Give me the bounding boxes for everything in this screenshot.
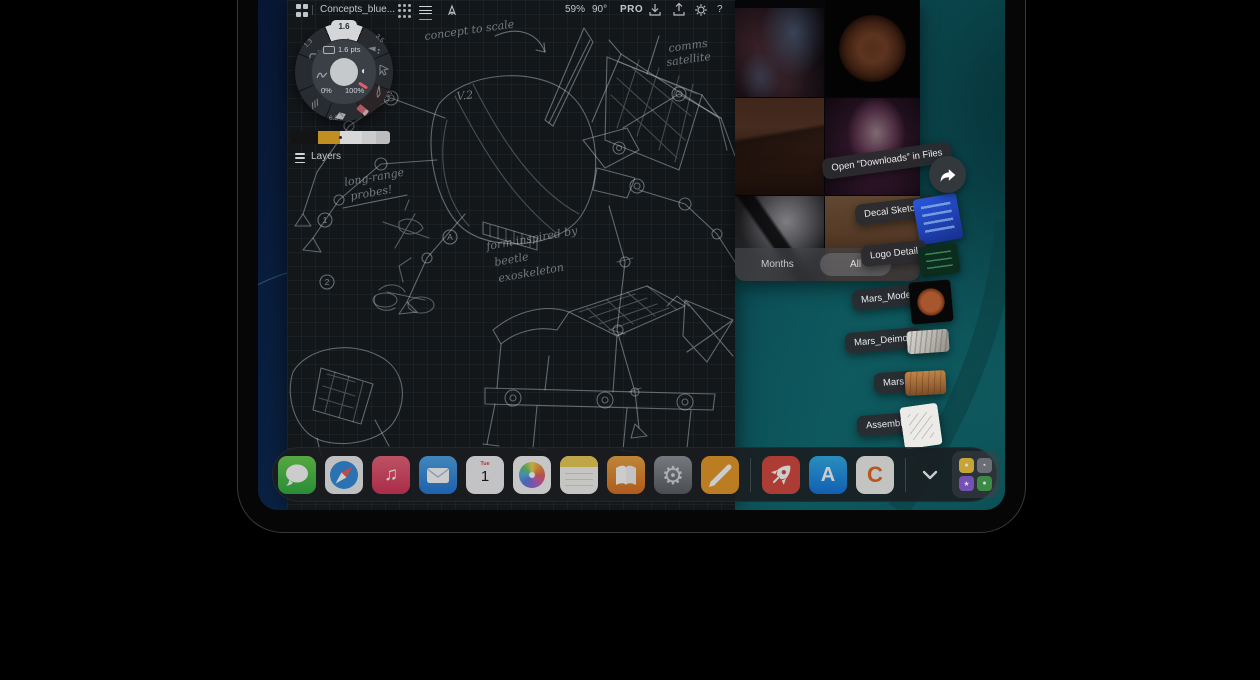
layers-menu-icon[interactable] xyxy=(419,3,432,20)
drag-thumb-decal-sketches[interactable] xyxy=(912,193,963,246)
opacity-half-icon[interactable]: ◐ xyxy=(361,66,367,77)
notes-line xyxy=(565,473,593,475)
drag-thumb-mars-deimos[interactable] xyxy=(906,329,950,355)
view-months-button[interactable]: Months xyxy=(761,248,794,281)
marker-1: 1 xyxy=(323,215,328,225)
notes-line xyxy=(565,485,593,487)
messages-app-icon[interactable] xyxy=(278,456,316,494)
help-button[interactable]: ? xyxy=(717,4,723,15)
photo-horsehead-nebula[interactable] xyxy=(735,8,824,97)
color-puck[interactable] xyxy=(330,58,358,86)
app-store-a-glyph: A xyxy=(821,464,835,486)
drag-thumb-logo-detail[interactable] xyxy=(917,242,961,277)
swatch-light-gray[interactable] xyxy=(340,131,362,144)
sideview-sketch xyxy=(483,286,733,452)
pen-nib-icon[interactable] xyxy=(445,3,459,17)
dock: ♫ Tue 1 xyxy=(272,447,997,502)
selection-tool-icon[interactable] xyxy=(379,63,389,81)
music-app-icon[interactable]: ♫ xyxy=(372,456,410,494)
settings-gear-icon[interactable] xyxy=(694,3,708,17)
music-note-icon: ♫ xyxy=(384,464,398,485)
swatch-selection-dot xyxy=(339,136,342,139)
dock-divider xyxy=(905,458,906,492)
document-title[interactable]: Concepts_blue... xyxy=(320,4,395,15)
notes-app-icon[interactable] xyxy=(560,456,598,494)
photos-app-icon[interactable] xyxy=(513,456,551,494)
opacity-max-label: 100% xyxy=(345,86,364,95)
message-bubble-icon xyxy=(278,456,316,494)
drag-thumb-assembly[interactable] xyxy=(899,403,942,450)
photos-app-window: Months All xyxy=(735,0,920,281)
calendar-weekday: Tue xyxy=(466,461,504,467)
stroke-size-label: 1.6 pts xyxy=(323,45,361,54)
concepts-app-icon[interactable]: C xyxy=(856,456,894,494)
layers-label: Layers xyxy=(311,151,341,162)
dot-grid-icon[interactable] xyxy=(397,3,413,19)
ipad-screen: concept to scale V.2 comms satellite lon… xyxy=(258,0,1005,510)
dock-collapse-button[interactable] xyxy=(917,456,943,494)
tool-wheel[interactable]: 1.6 xyxy=(295,23,393,121)
rocket-app-icon[interactable] xyxy=(762,456,800,494)
settings-app-icon[interactable]: ⚙ xyxy=(654,456,692,494)
handwritten-annotations: concept to scale V.2 comms satellite lon… xyxy=(343,17,712,285)
app-library-tile-star: ★ xyxy=(959,476,974,491)
gear-icon: ⚙ xyxy=(662,462,684,490)
swatch-gold[interactable] xyxy=(318,131,340,144)
sketch-pen-app-icon[interactable] xyxy=(701,456,739,494)
notes-line xyxy=(565,479,593,481)
forward-arrow-icon xyxy=(938,166,958,184)
app-library-tile-lightbulb: ● xyxy=(959,458,974,473)
compass-icon xyxy=(325,456,363,494)
open-book-icon xyxy=(607,456,645,494)
drag-thumb-mars-model[interactable] xyxy=(908,279,954,325)
photo-mars-desert[interactable] xyxy=(735,98,824,195)
export-icon[interactable] xyxy=(672,3,686,17)
marker-2: 2 xyxy=(325,277,330,287)
chevron-down-icon xyxy=(922,470,938,480)
layers-list-icon xyxy=(295,150,305,163)
ring-size-bottom: 6.8 xyxy=(329,115,338,122)
workspace-grid-icon[interactable] xyxy=(295,3,311,19)
annotation-version: V.2 xyxy=(456,88,474,103)
mail-app-icon[interactable] xyxy=(419,456,457,494)
concepts-app-window: concept to scale V.2 comms satellite lon… xyxy=(287,0,735,510)
probe-sketches xyxy=(373,200,434,313)
import-icon[interactable] xyxy=(648,3,662,17)
annotation-beetle-2: beetle xyxy=(493,250,530,269)
books-app-icon[interactable] xyxy=(607,456,645,494)
pencil-icon xyxy=(701,456,739,494)
notes-yellow-strip xyxy=(560,456,598,467)
app-library-icon[interactable]: ● ▪ ★ ● xyxy=(952,451,999,498)
rocket-icon xyxy=(762,456,800,494)
swatch-black[interactable] xyxy=(290,131,318,144)
drop-forward-badge xyxy=(929,156,966,193)
envelope-icon xyxy=(419,456,457,494)
marker-a: A xyxy=(447,232,453,242)
calendar-app-icon[interactable]: Tue 1 xyxy=(466,456,504,494)
rotation-value[interactable]: 90° xyxy=(592,4,607,15)
safari-app-icon[interactable] xyxy=(325,456,363,494)
stage: concept to scale V.2 comms satellite lon… xyxy=(0,0,1260,680)
swatch-dark-gray[interactable] xyxy=(376,131,390,144)
toolbar-divider xyxy=(312,5,313,15)
photos-flower-icon xyxy=(519,462,545,488)
dock-divider xyxy=(750,458,751,492)
pro-badge[interactable]: PRO xyxy=(620,4,643,15)
app-library-tile-green: ● xyxy=(977,476,992,491)
layers-button[interactable]: Layers xyxy=(295,150,341,163)
annotation-scale: concept to scale xyxy=(424,17,516,43)
swatch-gray[interactable] xyxy=(362,131,376,144)
opacity-min-label: 0% xyxy=(321,86,332,95)
concepts-c-glyph: C xyxy=(867,462,883,487)
photo-mars-planet[interactable] xyxy=(825,0,920,97)
size-card-icon xyxy=(323,46,335,54)
shell-rear-sketch xyxy=(290,348,402,456)
drag-thumb-mars[interactable] xyxy=(904,370,946,396)
app-store-app-icon[interactable]: A xyxy=(809,456,847,494)
brush-stroke-icon[interactable] xyxy=(316,67,328,85)
active-tool-size-tab[interactable]: 1.6 xyxy=(331,20,357,33)
zoom-level[interactable]: 59% xyxy=(565,4,585,15)
calendar-day: 1 xyxy=(466,468,504,485)
app-library-tile-camera: ▪ xyxy=(977,458,992,473)
